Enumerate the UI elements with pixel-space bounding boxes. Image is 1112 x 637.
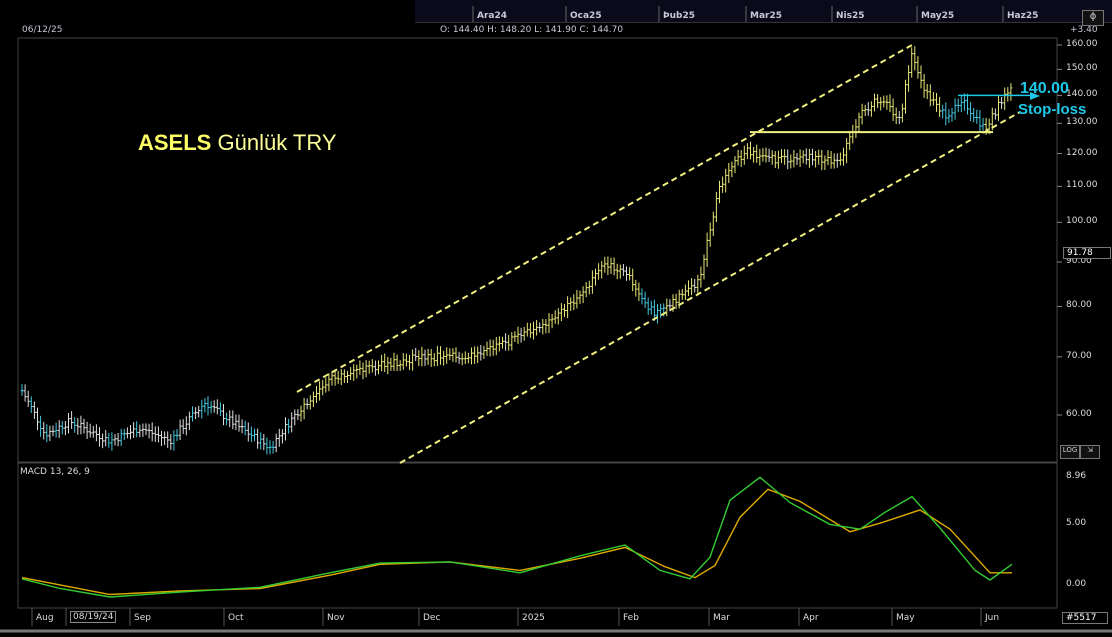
- channel-upper-line: [296, 44, 913, 393]
- channel-lower-line: [399, 111, 1021, 464]
- price-tick-label: 80.00: [1066, 300, 1092, 311]
- x-tick-label: Mar: [713, 613, 730, 623]
- x-tick-label: Oct: [228, 613, 244, 623]
- macd-tick-label: 0.00: [1066, 578, 1087, 589]
- stop-loss-label: Stop-loss: [1018, 101, 1087, 118]
- price-tick-label: 100.00: [1066, 216, 1098, 227]
- price-tick-label: 130.00: [1066, 117, 1098, 128]
- x-tick-label: Dec: [423, 613, 441, 623]
- x-tick-label: Sep: [134, 613, 151, 623]
- price-tick-label: 140.00: [1066, 89, 1098, 100]
- price-chart-svg: [0, 6, 1112, 633]
- x-tick-label: Jun: [985, 613, 1000, 623]
- price-tick-label: 120.00: [1066, 147, 1098, 158]
- ticker-label: ASELS: [138, 130, 212, 155]
- bar-count-box: #5517: [1062, 612, 1108, 624]
- x-tick-label: Nov: [327, 613, 345, 623]
- macd-signal-line: [21, 488, 1012, 596]
- price-tick-label: 70.00: [1066, 350, 1092, 361]
- x-tick-label: Aug: [36, 613, 54, 623]
- chart-title: ASELS Günlük TRY: [138, 130, 337, 156]
- x-tick-label: Apr: [803, 613, 819, 623]
- last-price-box: 91.78: [1063, 247, 1111, 259]
- level-label: 140.00: [1020, 80, 1069, 97]
- price-tick-label: 60.00: [1066, 409, 1092, 419]
- price-tick-label: 150.00: [1066, 63, 1098, 74]
- macd-tick-label: 5.00: [1066, 518, 1087, 529]
- subtitle-label: Günlük TRY: [217, 130, 337, 155]
- x-tick-label: Feb: [623, 613, 639, 623]
- x-tick-label: 08/19/24: [70, 611, 117, 623]
- price-tick-label: 160.00: [1066, 39, 1098, 49]
- log-toggle[interactable]: LOG: [1060, 445, 1080, 459]
- macd-tick-label: 8.96: [1066, 470, 1087, 481]
- macd-line: [21, 476, 1013, 598]
- x-tick-label: May: [896, 613, 915, 623]
- chart-stage: 06/12/25 O: 144.40 H: 148.20 L: 141.90 C…: [0, 0, 1112, 637]
- zoom-icon[interactable]: ⇲: [1080, 445, 1100, 459]
- macd-panel-frame: [17, 462, 1058, 609]
- x-tick-label: 2025: [522, 613, 545, 623]
- macd-title: MACD 13, 26, 9: [20, 467, 90, 477]
- price-tick-label: 110.00: [1066, 180, 1098, 191]
- price-panel-frame: [17, 37, 1058, 463]
